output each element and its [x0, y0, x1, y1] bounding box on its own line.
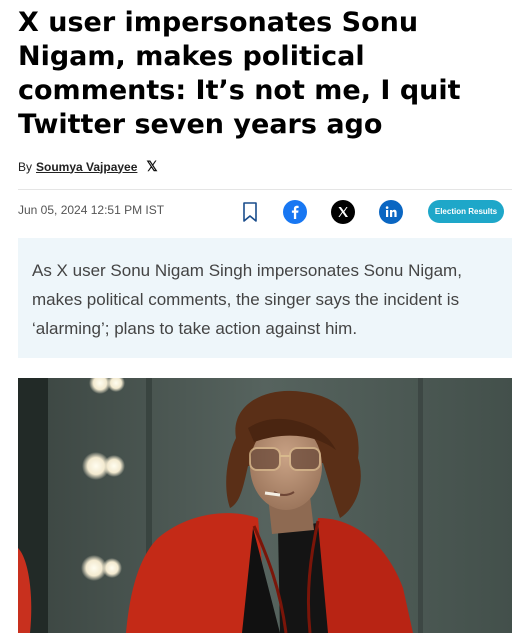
byline-prefix: By: [18, 159, 33, 174]
share-bar: Election Results: [0, 198, 512, 226]
hero-image: [18, 378, 512, 633]
x-share-icon[interactable]: [331, 200, 355, 224]
election-results-button[interactable]: Election Results: [428, 200, 504, 223]
article-summary: As X user Sonu Nigam Singh impersonates …: [18, 238, 512, 358]
bookmark-icon[interactable]: [238, 200, 262, 224]
author-x-icon[interactable]: 𝕏: [146, 158, 157, 175]
article-headline: X user impersonates Sonu Nigam, makes po…: [18, 7, 461, 140]
linkedin-icon[interactable]: [379, 200, 403, 224]
byline: By Soumya Vajpayee 𝕏: [18, 158, 158, 175]
meta-divider: [18, 189, 512, 190]
facebook-icon[interactable]: [283, 200, 307, 224]
author-link[interactable]: Soumya Vajpayee: [36, 160, 137, 174]
